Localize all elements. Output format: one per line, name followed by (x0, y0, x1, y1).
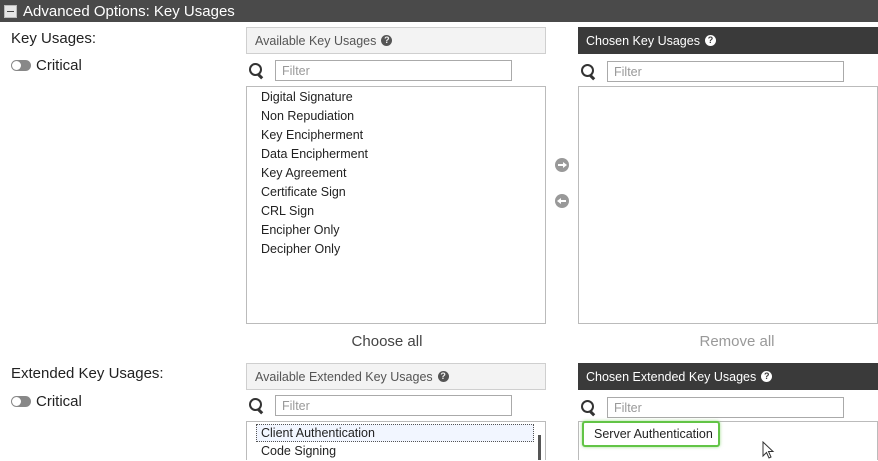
available-key-usages-header: Available Key Usages ? (246, 27, 546, 54)
help-icon[interactable]: ? (381, 35, 393, 46)
available-key-usages-filter (248, 60, 512, 81)
critical-label: Critical (36, 393, 82, 410)
filter-input[interactable] (275, 60, 512, 81)
list-scrollbar[interactable] (538, 435, 541, 460)
chosen-extended-key-usages-filter (580, 397, 844, 418)
filter-input[interactable] (607, 397, 844, 418)
search-icon[interactable] (248, 62, 266, 80)
help-icon[interactable]: ? (704, 35, 716, 46)
list-item[interactable]: Key Encipherment (247, 126, 545, 145)
available-extended-key-usages-list[interactable]: Client Authentication Code Signing (246, 421, 546, 460)
filter-input[interactable] (275, 395, 512, 416)
available-key-usages-list[interactable]: Digital Signature Non Repudiation Key En… (246, 86, 546, 324)
move-left-icon[interactable] (555, 194, 569, 208)
mouse-pointer-icon (762, 441, 775, 459)
remove-all-button[interactable]: Remove all (596, 333, 878, 350)
search-icon[interactable] (580, 399, 598, 417)
toggle-icon[interactable] (11, 60, 31, 71)
panel-title: Chosen Key Usages (586, 33, 700, 48)
available-extended-key-usages-filter (248, 395, 512, 416)
help-icon[interactable]: ? (437, 371, 449, 382)
section-header[interactable]: Advanced Options: Key Usages (0, 0, 878, 22)
toggle-icon[interactable] (11, 396, 31, 407)
search-icon[interactable] (248, 397, 266, 415)
list-item[interactable]: Code Signing (256, 442, 545, 460)
list-item-highlighted[interactable]: Server Authentication (582, 421, 720, 447)
list-item-selected[interactable]: Client Authentication (256, 424, 534, 442)
move-right-icon[interactable] (555, 158, 569, 172)
collapse-icon[interactable] (4, 4, 17, 18)
search-icon[interactable] (580, 63, 598, 81)
help-icon[interactable]: ? (761, 371, 773, 382)
panel-title: Available Key Usages (255, 33, 377, 48)
list-item[interactable]: Certificate Sign (247, 183, 545, 202)
filter-input[interactable] (607, 61, 844, 82)
chosen-key-usages-list[interactable] (578, 86, 878, 324)
extended-key-usages-label: Extended Key Usages: (11, 365, 164, 382)
list-item[interactable]: Encipher Only (247, 221, 545, 240)
list-item[interactable]: Key Agreement (247, 164, 545, 183)
extended-key-usages-critical-toggle[interactable]: Critical (11, 393, 82, 410)
list-item[interactable]: Decipher Only (247, 240, 545, 259)
chosen-key-usages-filter (580, 61, 844, 82)
list-item[interactable]: Data Encipherment (247, 145, 545, 164)
chosen-extended-key-usages-header: Chosen Extended Key Usages ? (578, 363, 878, 390)
section-title: Advanced Options: Key Usages (23, 2, 235, 20)
list-item[interactable]: Non Repudiation (247, 107, 545, 126)
key-usages-critical-toggle[interactable]: Critical (11, 57, 82, 74)
critical-label: Critical (36, 57, 82, 74)
available-extended-key-usages-header: Available Extended Key Usages ? (246, 363, 546, 390)
choose-all-button[interactable]: Choose all (246, 333, 528, 350)
list-item[interactable]: CRL Sign (247, 202, 545, 221)
list-item[interactable]: Digital Signature (247, 88, 545, 107)
panel-title: Chosen Extended Key Usages (586, 369, 757, 384)
chosen-key-usages-header: Chosen Key Usages ? (578, 27, 878, 54)
key-usages-label: Key Usages: (11, 30, 97, 47)
panel-title: Available Extended Key Usages (255, 369, 433, 384)
